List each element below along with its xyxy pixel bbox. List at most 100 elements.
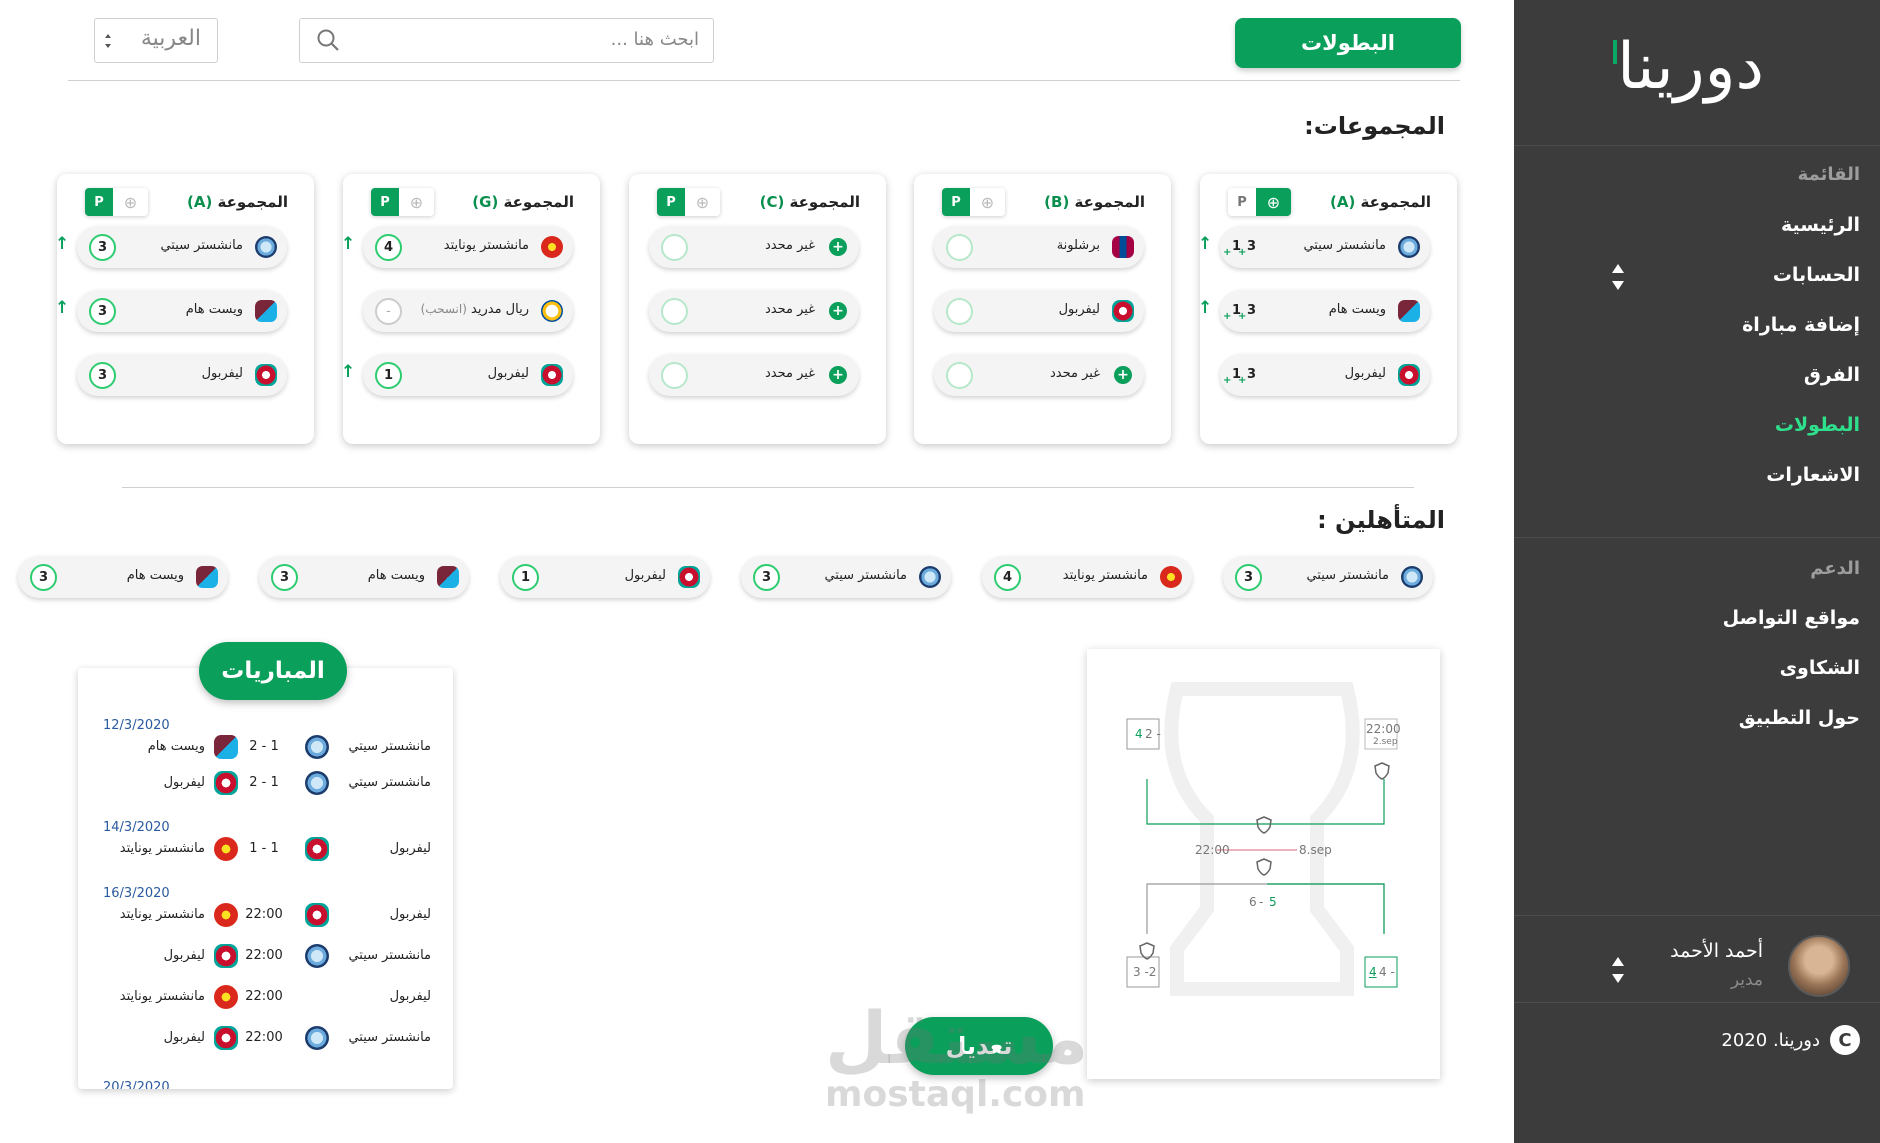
team-row[interactable]: برشلونة bbox=[934, 226, 1144, 268]
user-menu-arrows-icon[interactable] bbox=[1611, 955, 1625, 985]
add-team-icon[interactable]: ⊕ bbox=[399, 188, 434, 216]
match-row[interactable]: ليفربول 22:00 مانشستر يونايتد bbox=[78, 982, 453, 1012]
sort-arrows-icon[interactable] bbox=[1611, 262, 1625, 292]
team-row[interactable]: ريال مدريد (انسحب) - bbox=[363, 290, 573, 332]
group-letter: (B) bbox=[1044, 193, 1070, 211]
match-row[interactable]: مانشستر سيتي 22:00 ليفربول bbox=[78, 941, 453, 971]
bracket-crest-realmadrid[interactable] bbox=[1379, 1005, 1399, 1025]
language-select[interactable]: العربية bbox=[94, 18, 218, 63]
away-crest-icon bbox=[214, 944, 238, 968]
team-name-text: ليفربول bbox=[1344, 366, 1386, 381]
team-score[interactable]: - bbox=[375, 298, 402, 325]
championships-button[interactable]: البطولات bbox=[1235, 18, 1461, 68]
away-crest-icon bbox=[214, 903, 238, 927]
team-row[interactable]: ليفربول 13 bbox=[1220, 354, 1430, 396]
team-row[interactable]: + غير محدد bbox=[649, 354, 859, 396]
team-row[interactable]: + غير محدد bbox=[934, 354, 1144, 396]
team-row[interactable]: + غير محدد bbox=[649, 226, 859, 268]
team-row[interactable]: ويست هام 3 ↑ bbox=[55, 290, 287, 332]
home-team: مانشستر سيتي bbox=[348, 1030, 431, 1045]
home-team: مانشستر سيتي bbox=[348, 739, 431, 754]
points-toggle[interactable]: P bbox=[371, 188, 399, 216]
app-logo[interactable]: دورينا bbox=[1617, 30, 1764, 104]
points-toggle[interactable]: P bbox=[1228, 188, 1256, 216]
match-row[interactable]: مانشستر سيتي 2 - 1 ويست هام bbox=[78, 732, 453, 762]
team-row[interactable]: ويست هام 13 ↑ bbox=[1198, 290, 1430, 332]
points-toggle[interactable]: P bbox=[942, 188, 970, 216]
avatar[interactable] bbox=[1788, 935, 1850, 997]
match-row[interactable]: ليفربول 22:00 مانشستر يونايتد bbox=[78, 900, 453, 930]
team-crest-icon bbox=[437, 566, 459, 588]
qualified-team[interactable]: ويست هام 3 bbox=[259, 556, 469, 598]
team-score[interactable]: 4 bbox=[375, 234, 402, 261]
qualified-team[interactable]: مانشستر سيتي 3 bbox=[1223, 556, 1433, 598]
group-actions: P ⊕ bbox=[371, 188, 434, 216]
final-score: 6 bbox=[1249, 895, 1257, 909]
sidebar-item-accounts[interactable]: الحسابات bbox=[1773, 264, 1860, 286]
points-toggle[interactable]: P bbox=[85, 188, 113, 216]
sidebar-item-social[interactable]: مواقع التواصل bbox=[1723, 607, 1860, 629]
team-score[interactable] bbox=[661, 362, 688, 389]
sidebar-item-home[interactable]: الرئيسية bbox=[1781, 214, 1860, 236]
add-team-icon[interactable]: ⊕ bbox=[113, 188, 148, 216]
team-name: غير محدد bbox=[1050, 366, 1100, 381]
bracket-crest-realmadrid[interactable] bbox=[1379, 689, 1399, 709]
team-score[interactable] bbox=[946, 234, 973, 261]
match-row[interactable]: مانشستر سيتي 22:00 ليفربول bbox=[78, 1023, 453, 1053]
qualified-team[interactable]: ويست هام 3 bbox=[18, 556, 228, 598]
team-score[interactable]: 1 bbox=[375, 362, 402, 389]
team-row[interactable]: مانشستر سيتي 3 ↑ bbox=[55, 226, 287, 268]
sidebar-item-championships[interactable]: البطولات bbox=[1775, 414, 1860, 436]
bracket-crest-manutd[interactable] bbox=[1157, 689, 1177, 709]
group-title-prefix: المجموعة bbox=[503, 193, 574, 211]
team-row[interactable]: مانشستر يونايتد 4 ↑ bbox=[341, 226, 573, 268]
sidebar-item-teams[interactable]: الفرق bbox=[1804, 364, 1860, 386]
add-team-icon[interactable]: + bbox=[829, 238, 847, 256]
team-score[interactable]: 3 bbox=[89, 362, 116, 389]
points-toggle[interactable]: P bbox=[657, 188, 685, 216]
bracket-crest-liverpool[interactable] bbox=[1344, 689, 1364, 709]
match-score: 2 - 1 bbox=[249, 739, 279, 754]
bracket-crest-barca[interactable] bbox=[1138, 761, 1158, 781]
qualified-team[interactable]: مانشستر يونايتد 4 bbox=[982, 556, 1192, 598]
group-title-prefix: المجموعة bbox=[789, 193, 860, 211]
bracket-crest-manutd[interactable] bbox=[1157, 1005, 1177, 1025]
sidebar-item-notifications[interactable]: الاشعارات bbox=[1766, 464, 1860, 486]
bracket-crest-barca[interactable] bbox=[1115, 689, 1135, 709]
match-row[interactable]: ليفربول 1 - 1 مانشستر يونايتد bbox=[78, 834, 453, 864]
team-row[interactable]: ليفربول bbox=[934, 290, 1144, 332]
bracket-crest-barca[interactable] bbox=[1115, 1005, 1135, 1025]
group-title: المجموعة (A) bbox=[1330, 193, 1431, 211]
sidebar-divider bbox=[1514, 915, 1880, 916]
add-team-icon[interactable]: ⊕ bbox=[970, 188, 1005, 216]
search-icon[interactable] bbox=[316, 28, 340, 52]
team-name-text: غير محدد bbox=[765, 366, 815, 381]
watermark-ar: مستقل bbox=[825, 996, 1089, 1080]
team-score[interactable] bbox=[661, 234, 688, 261]
team-row[interactable]: ليفربول 1 ↑ bbox=[341, 354, 573, 396]
search-input[interactable]: ابحث هنا ... bbox=[299, 18, 714, 63]
qualified-team[interactable]: مانشستر سيتي 3 bbox=[741, 556, 951, 598]
sidebar-item-complaints[interactable]: الشكاوى bbox=[1780, 657, 1860, 679]
sidebar-item-add-match[interactable]: إضافة مباراة bbox=[1742, 314, 1860, 336]
team-crest-icon bbox=[1398, 236, 1420, 258]
team-row[interactable]: ليفربول 3 bbox=[77, 354, 287, 396]
add-team-icon[interactable]: + bbox=[829, 366, 847, 384]
sidebar-item-about[interactable]: حول التطبيق bbox=[1739, 707, 1860, 729]
qualified-team[interactable]: ليفربول 1 bbox=[500, 556, 710, 598]
add-team-icon[interactable]: ⊕ bbox=[685, 188, 720, 216]
team-score[interactable]: 3 bbox=[89, 298, 116, 325]
team-row[interactable]: + غير محدد bbox=[649, 290, 859, 332]
add-team-icon[interactable]: + bbox=[1114, 366, 1132, 384]
team-score[interactable]: 3 bbox=[89, 234, 116, 261]
team-score[interactable] bbox=[946, 298, 973, 325]
match-date: 16/3/2020 bbox=[103, 886, 170, 901]
team-row[interactable]: مانشستر سيتي 13 ↑ bbox=[1198, 226, 1430, 268]
match-row[interactable]: مانشستر سيتي 2 - 1 ليفربول bbox=[78, 768, 453, 798]
team-score[interactable] bbox=[946, 362, 973, 389]
bracket-crest-liverpool[interactable] bbox=[1367, 928, 1387, 948]
team-score[interactable] bbox=[661, 298, 688, 325]
bracket-crest-liverpool[interactable] bbox=[1344, 1005, 1364, 1025]
add-team-icon[interactable]: ⊕ bbox=[1256, 188, 1291, 216]
add-team-icon[interactable]: + bbox=[829, 302, 847, 320]
